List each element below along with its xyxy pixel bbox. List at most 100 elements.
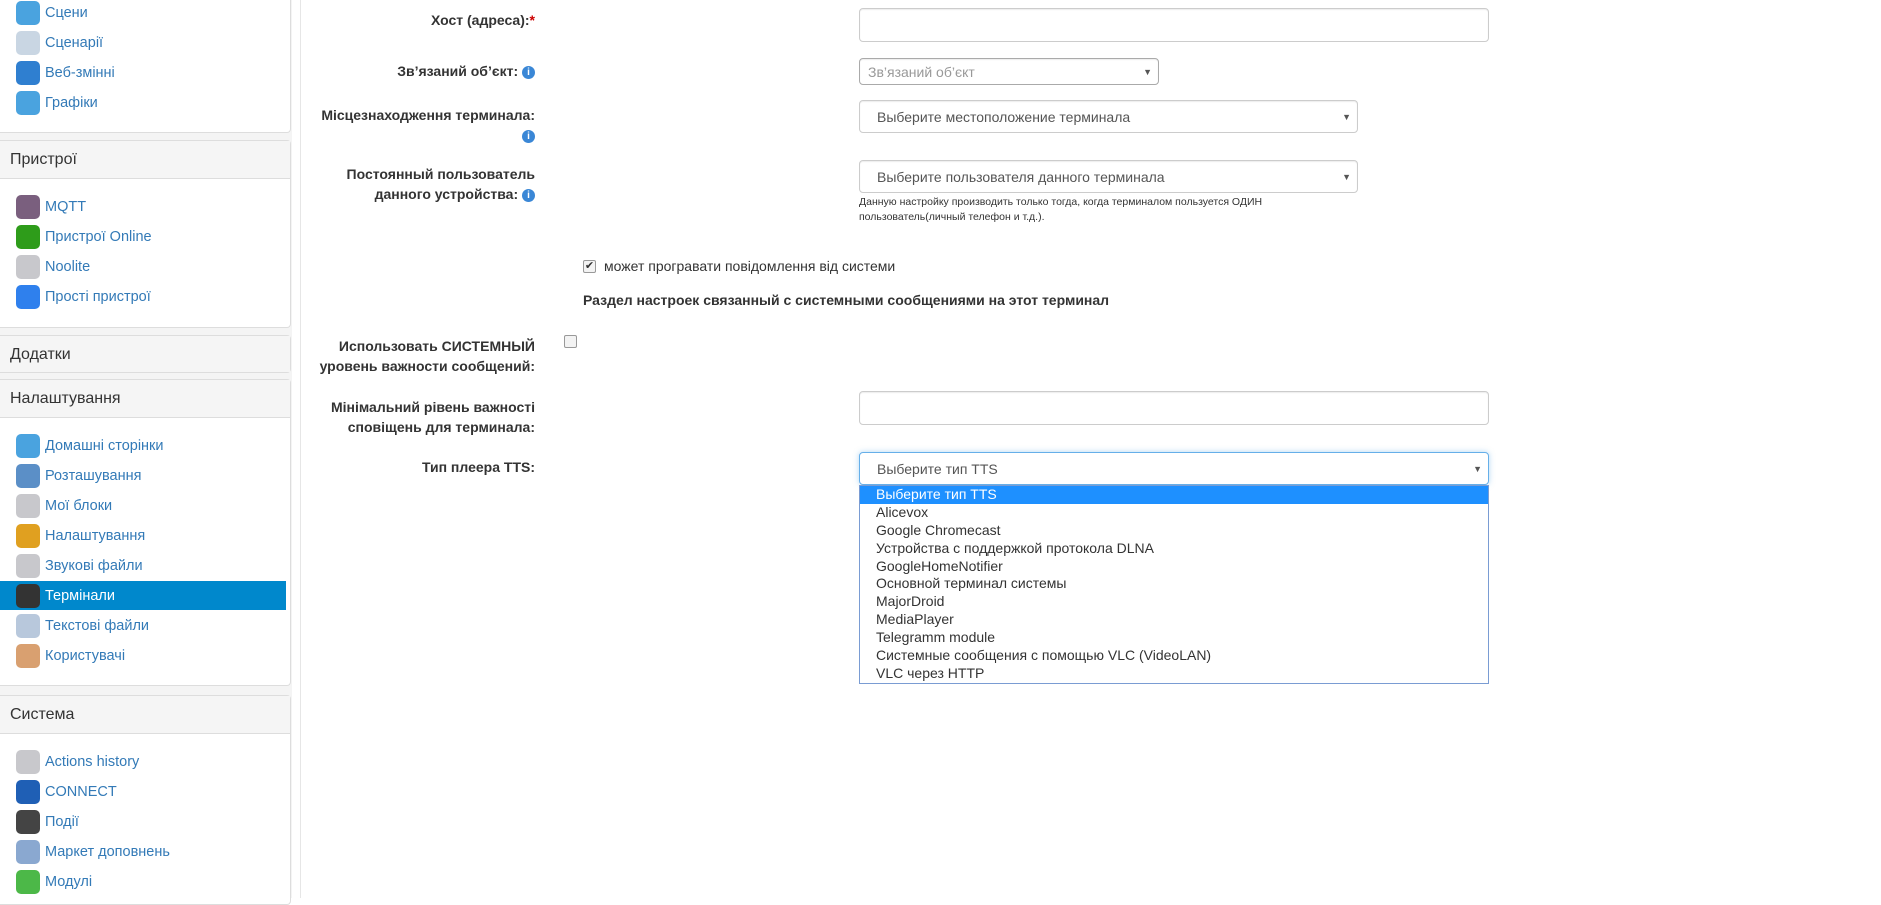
info-icon[interactable]: i: [522, 129, 535, 143]
can-play-checkbox[interactable]: ✔: [583, 259, 596, 273]
tts-option[interactable]: Системные сообщения с помощью VLC (Video…: [860, 647, 1488, 665]
sidebar-item[interactable]: Мої блоки: [0, 491, 286, 520]
sidebar-item[interactable]: Веб-змінні: [0, 58, 286, 87]
tools-icon: [16, 523, 40, 548]
sidebar-item[interactable]: Події: [0, 807, 286, 836]
sidebar-item-label: Actions history: [45, 753, 140, 770]
sidebar-item-label: Налаштування: [45, 527, 146, 544]
globe-icon: [16, 779, 40, 804]
sidebar-item-label: Мої блоки: [45, 497, 113, 514]
sidebar-item-label: Noolite: [45, 258, 91, 275]
mqtt-cloud-icon: [16, 194, 40, 219]
sidebar-item[interactable]: Розташування: [0, 461, 286, 490]
tts-option[interactable]: Основной терминал системы: [860, 575, 1488, 593]
monitor-icon: [16, 583, 40, 608]
power-icon: [16, 284, 40, 309]
user-label-line1: Постоянный пользователь: [346, 166, 535, 182]
tts-option[interactable]: GoogleHomeNotifier: [860, 558, 1488, 576]
help-line2: пользователь(личный телефон и т.д.).: [859, 211, 1045, 223]
sidebar-item-label: Сцени: [45, 4, 88, 21]
info-icon[interactable]: i: [522, 188, 535, 202]
tts-option[interactable]: Выберите тип TTS: [860, 486, 1488, 504]
sidebar-panel-settings: Налаштування Домашні сторінки Розташування…: [0, 379, 291, 686]
panel-title: Система: [0, 696, 290, 734]
tts-option[interactable]: Alicevox: [860, 504, 1488, 522]
sidebar-item-label: Події: [45, 813, 79, 830]
sidebar-item[interactable]: Текстові файли: [0, 611, 286, 640]
use-system-label: Использовать СИСТЕМНЫЙ уровень важности с…: [320, 336, 535, 376]
sidebar-item[interactable]: Термінали: [0, 581, 286, 610]
sidebar-item-label: Модулі: [45, 873, 93, 890]
online-dot-icon: [16, 224, 40, 249]
sidebar-panel-devices: Пристрої MQTT Пристрої Online Noolite Прості…: [0, 140, 291, 328]
location-label-text: Місцезнаходження терминала:: [321, 107, 535, 123]
sidebar: Сцени Сценарії Веб-змінні Графіки Пристрої MQ…: [0, 0, 292, 905]
section-heading: Раздел настроек связанный с системными с…: [583, 292, 1110, 308]
tts-select[interactable]: Выберите тип TTS ▼: [859, 452, 1489, 485]
tts-option[interactable]: MajorDroid: [860, 593, 1488, 611]
info-icon[interactable]: i: [522, 65, 535, 79]
location-select[interactable]: Выберите местоположение терминала ▼: [859, 100, 1358, 133]
panel-title: Налаштування: [0, 380, 290, 418]
sidebar-item[interactable]: Пристрої Online: [0, 222, 286, 251]
tts-dropdown-list: Выберите тип TTS Alicevox Google Chromecas…: [859, 485, 1489, 684]
sidebar-item[interactable]: Сцени: [0, 0, 286, 27]
min-level-input[interactable]: [859, 391, 1489, 425]
host-input[interactable]: [859, 8, 1489, 42]
sidebar-item-label: Веб-змінні: [45, 64, 115, 81]
tts-option[interactable]: Telegramm module: [860, 629, 1488, 647]
min-level-label-line2: сповіщень для терминала:: [347, 419, 535, 435]
user-label: Постоянный пользователь данного устройств…: [347, 164, 535, 204]
sidebar-item[interactable]: Графіки: [0, 88, 286, 117]
sidebar-item[interactable]: MQTT: [0, 192, 286, 221]
host-label: Хост (адреса):*: [431, 10, 535, 30]
linked-object-label-text: Зв’язаний об’єкт:: [397, 63, 519, 79]
sidebar-item[interactable]: Сценарії: [0, 28, 286, 57]
tts-option[interactable]: MediaPlayer: [860, 611, 1488, 629]
folder-home-icon: [16, 463, 40, 488]
linked-object-select[interactable]: Зв’язаний об’єкт ▼: [859, 58, 1159, 85]
linked-object-placeholder: Зв’язаний об’єкт: [868, 63, 975, 80]
panel-title[interactable]: Додатки: [0, 336, 290, 372]
sidebar-item[interactable]: Звукові файли: [0, 551, 286, 580]
sidebar-item-label: Маркет доповнень: [45, 843, 170, 860]
chevron-down-icon: ▼: [1342, 111, 1351, 122]
sidebar-item[interactable]: Actions history: [0, 747, 286, 776]
sidebar-item[interactable]: Налаштування: [0, 521, 286, 550]
sidebar-item-label: CONNECT: [45, 783, 117, 800]
sidebar-item[interactable]: Домашні сторінки: [0, 431, 286, 460]
min-level-label: Мінімальний рівень важності сповіщень для…: [331, 397, 535, 437]
tts-option[interactable]: Google Chromecast: [860, 522, 1488, 540]
location-value: Выберите местоположение терминала: [877, 108, 1131, 125]
market-icon: [16, 839, 40, 864]
tts-value: Выберите тип TTS: [877, 460, 998, 477]
can-play-label: может програвати повідомлення від систем…: [604, 258, 896, 274]
sidebar-item-label: Користувачі: [45, 647, 126, 664]
location-label: Місцезнаходження терминала: i: [321, 105, 535, 145]
use-system-checkbox[interactable]: [564, 335, 577, 348]
sidebar-item-label: Прості пристрої: [45, 288, 151, 305]
tts-label: Тип плеера TTS:: [421, 459, 535, 475]
tts-option[interactable]: Устройства с поддержкой протокола DLNA: [860, 540, 1488, 558]
tts-option[interactable]: VLC через HTTP: [860, 665, 1488, 683]
module-m-icon: [16, 553, 40, 578]
sidebar-item[interactable]: Модулі: [0, 867, 286, 896]
sidebar-item-label: MQTT: [45, 198, 87, 215]
chevron-down-icon: ▼: [1342, 171, 1351, 182]
sidebar-item-label: Пристрої Online: [45, 228, 152, 245]
use-system-label-line1: Использовать СИСТЕМНЫЙ: [338, 338, 535, 354]
sidebar-item[interactable]: Маркет доповнень: [0, 837, 286, 866]
sidebar-item[interactable]: Прості пристрої: [0, 282, 286, 311]
panel-title: Пристрої: [0, 141, 290, 179]
can-play-row: ✔ может програвати повідомлення від сист…: [583, 258, 895, 274]
scenes-icon: [16, 0, 40, 25]
sidebar-item[interactable]: Користувачі: [0, 641, 286, 670]
user-value: Выберите пользователя данного терминала: [877, 168, 1165, 185]
module-m-icon: [16, 749, 40, 774]
user-label-line2: данного устройства:: [374, 186, 519, 202]
sidebar-item[interactable]: Noolite: [0, 252, 286, 281]
sidebar-item-label: Текстові файли: [45, 617, 150, 634]
sidebar-item[interactable]: CONNECT: [0, 777, 286, 806]
terminal-form: Хост (адреса):* Зв’язаний об’єкт: i Зв’я…: [300, 0, 1881, 898]
user-select[interactable]: Выберите пользователя данного терминала ▼: [859, 160, 1358, 193]
